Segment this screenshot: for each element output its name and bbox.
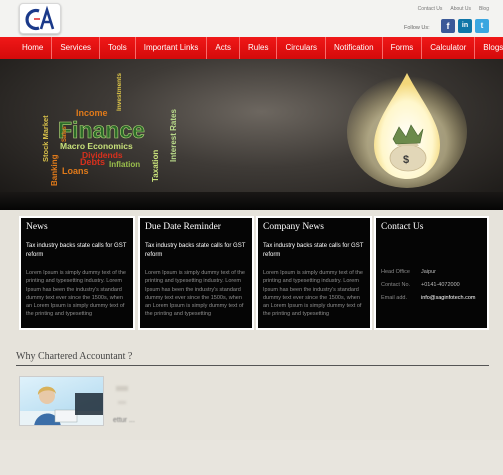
nav-tools[interactable]: Tools [100, 37, 136, 59]
main-nav: Home Services Tools Important Links Acts… [0, 37, 503, 59]
word-finance: Finance [58, 117, 145, 143]
nav-notification[interactable]: Notification [326, 37, 383, 59]
contact-value: Jaipur [421, 269, 436, 275]
blurred-content [118, 401, 126, 404]
company-news-box: Company News Tax industry backs state ca… [256, 216, 372, 330]
contact-row-office: Head Office Jaipur [381, 266, 482, 279]
nav-home[interactable]: Home [14, 37, 53, 59]
site-header: Contact Us About Us Blog Follow Us: f in… [0, 0, 503, 37]
contact-email-link[interactable]: info@saginfotech.com [421, 292, 476, 305]
news-box: News Tax industry backs state calls for … [19, 216, 135, 330]
top-links: Contact Us About Us Blog [418, 6, 489, 12]
news-body: Lorem Ipsum is simply dummy text of the … [26, 270, 126, 318]
twitter-icon[interactable]: t [475, 19, 489, 33]
facebook-icon[interactable]: f [441, 19, 455, 33]
company-news-title: Company News [263, 222, 324, 232]
word-taxation: Taxation [151, 150, 160, 182]
due-date-headline[interactable]: Tax industry backs state calls for GST r… [145, 242, 247, 260]
contact-key: Contact No. [381, 282, 411, 288]
nav-forms[interactable]: Forms [383, 37, 423, 59]
banner-graphic: Finance Macro Economics Dividends Income… [41, 73, 467, 188]
company-news-headline[interactable]: Tax industry backs state calls for GST r… [263, 242, 365, 260]
contact-title: Contact Us [381, 222, 424, 232]
nav-important-links[interactable]: Important Links [136, 37, 208, 59]
page-bottom-band [0, 440, 503, 475]
top-link-about[interactable]: About Us [450, 6, 471, 12]
money-bag-dollar: $ [403, 154, 409, 166]
ca-logo-mark [25, 5, 55, 31]
woman-at-desk-illustration [20, 386, 103, 425]
nav-services[interactable]: Services [52, 37, 101, 59]
hero-banner: Finance Macro Economics Dividends Income… [0, 59, 503, 210]
follow-us-label: Follow Us: [404, 25, 430, 31]
nav-circulars[interactable]: Circulars [277, 37, 326, 59]
word-banking: Banking [50, 154, 59, 186]
due-date-title: Due Date Reminder [145, 222, 221, 232]
due-date-body: Lorem Ipsum is simply dummy text of the … [145, 270, 245, 318]
contact-value[interactable]: +0141-4072000 [421, 279, 460, 292]
ca-logo[interactable] [19, 3, 61, 34]
contact-key: Email add. [381, 295, 407, 301]
contact-key: Head Office [381, 269, 410, 275]
linkedin-icon[interactable]: in [458, 19, 472, 33]
contact-list: Head Office Jaipur Contact No. +0141-407… [381, 266, 482, 305]
word-investments: Investments [116, 73, 123, 111]
nav-acts[interactable]: Acts [207, 37, 240, 59]
due-date-box: Due Date Reminder Tax industry backs sta… [138, 216, 254, 330]
word-sales: Sales [62, 126, 68, 142]
section-divider [16, 365, 489, 366]
contact-row-email: Email add. info@saginfotech.com [381, 292, 482, 305]
nav-rules[interactable]: Rules [240, 37, 278, 59]
blurred-content [116, 386, 128, 391]
nav-blogs[interactable]: Blogs [475, 37, 503, 59]
company-news-body: Lorem Ipsum is simply dummy text of the … [263, 270, 363, 318]
top-link-blog[interactable]: Blog [479, 6, 489, 12]
contact-row-phone: Contact No. +0141-4072000 [381, 279, 482, 292]
news-headline[interactable]: Tax industry backs state calls for GST r… [26, 242, 128, 260]
why-ca-heading: Why Chartered Accountant ? [16, 351, 133, 362]
nav-calculator[interactable]: Calculator [422, 37, 476, 59]
why-ca-image [19, 376, 104, 426]
contact-box: Contact Us Head Office Jaipur Contact No… [374, 216, 489, 330]
why-ca-snippet: ettur ... [113, 417, 135, 424]
word-inflation: Inflation [109, 160, 140, 169]
word-interest-rates: Interest Rates [169, 109, 178, 162]
news-title: News [26, 222, 48, 232]
word-stock-market: Stock Market [41, 115, 50, 162]
word-loans: Loans [62, 166, 89, 176]
word-income: Income [76, 108, 108, 118]
top-link-contact[interactable]: Contact Us [418, 6, 443, 12]
